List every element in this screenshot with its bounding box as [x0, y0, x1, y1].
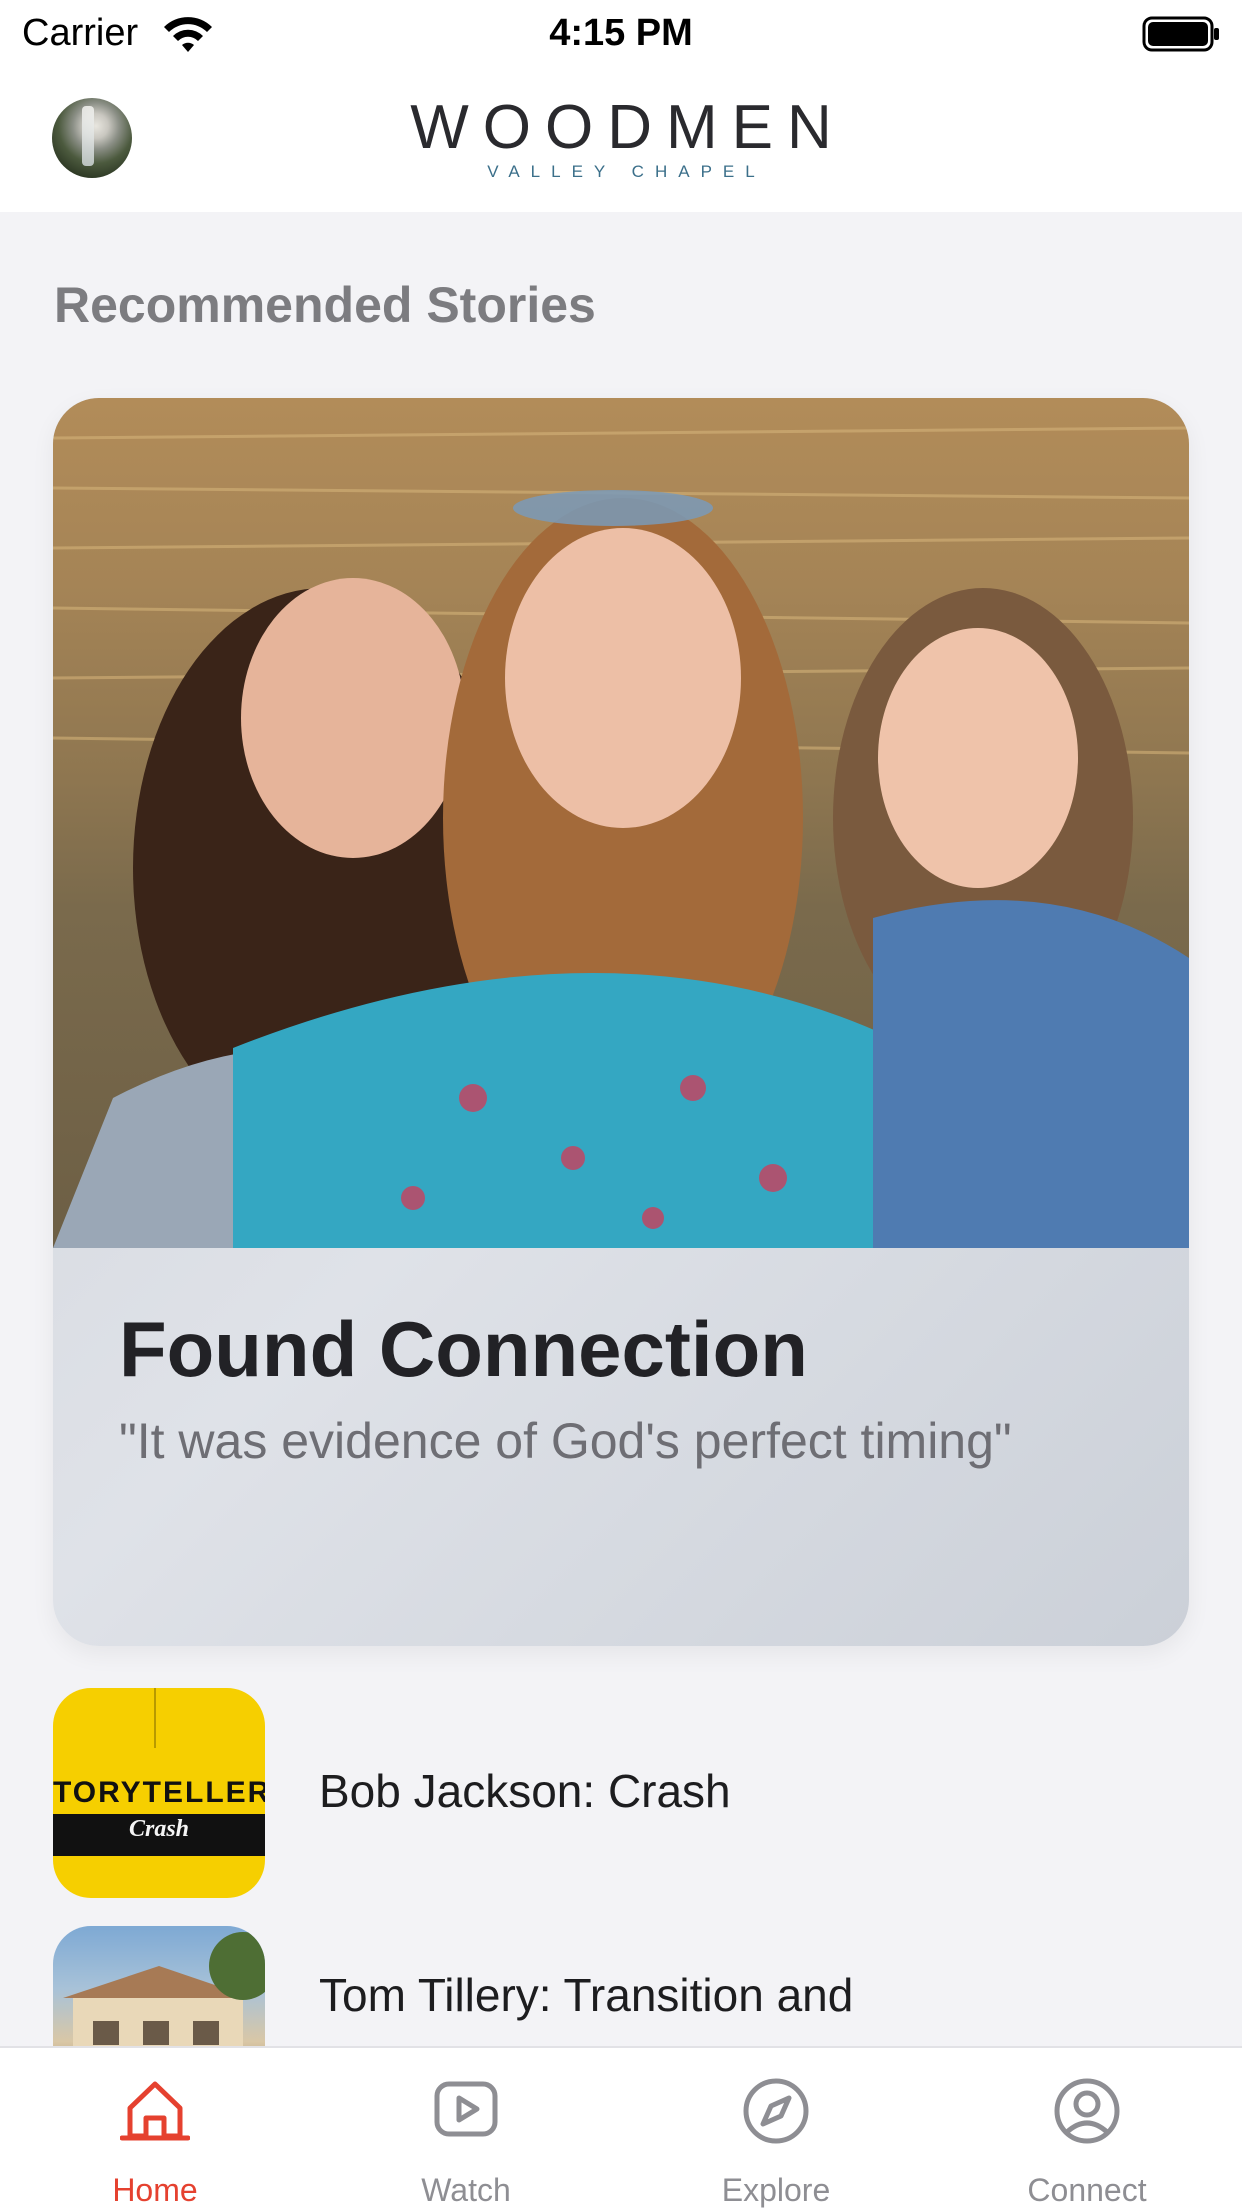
thumbnail-subtitle: Crash — [128, 1816, 190, 1842]
tab-home[interactable]: Home — [0, 2048, 310, 2208]
woodmen-logo: WOODMEN VALLEY CHAPEL — [0, 96, 1242, 182]
story-thumbnail — [53, 1926, 265, 2046]
featured-story-image — [53, 398, 1189, 1248]
story-title: Tom Tillery: Transition and — [319, 1969, 854, 2021]
logo-main-text: WOODMEN — [410, 93, 846, 162]
story-title: Bob Jackson: Crash — [319, 1765, 731, 1817]
tab-label: Watch — [421, 2172, 511, 2208]
tab-label: Connect — [1027, 2172, 1147, 2208]
play-icon — [434, 2081, 498, 2137]
tab-label: Home — [112, 2172, 198, 2208]
story-list-item[interactable]: Tom Tillery: Transition and — [53, 1926, 1189, 2046]
clock: 4:15 PM — [549, 12, 693, 54]
featured-story-quote: "It was evidence of God's perfect timing… — [119, 1413, 1012, 1469]
compass-icon — [743, 2078, 809, 2144]
tab-watch[interactable]: Watch — [311, 2048, 621, 2208]
featured-story-title: Found Connection — [119, 1305, 808, 1393]
user-icon — [1054, 2078, 1120, 2144]
status-bar: Carrier 4:15 PM — [0, 0, 1242, 66]
tab-label: Explore — [721, 2172, 831, 2208]
thumbnail-title: TORYTELLERS — [53, 1776, 265, 1809]
tab-bar: Home Watch Explore Connect — [0, 2046, 1242, 2208]
logo-sub-text: VALLEY CHAPEL — [487, 162, 766, 181]
battery-icon — [1142, 16, 1219, 52]
tab-explore[interactable]: Explore — [621, 2048, 931, 2208]
home-icon — [120, 2081, 190, 2141]
app-header: WOODMEN VALLEY CHAPEL — [0, 66, 1242, 212]
featured-story-card[interactable]: Found Connection "It was evidence of God… — [53, 398, 1189, 1646]
story-thumbnail: TORYTELLERS Crash — [53, 1688, 265, 1898]
tab-connect[interactable]: Connect — [932, 2048, 1242, 2208]
story-list-item[interactable]: TORYTELLERS Crash Bob Jackson: Crash — [53, 1688, 1189, 1898]
section-title: Recommended Stories — [54, 277, 596, 333]
